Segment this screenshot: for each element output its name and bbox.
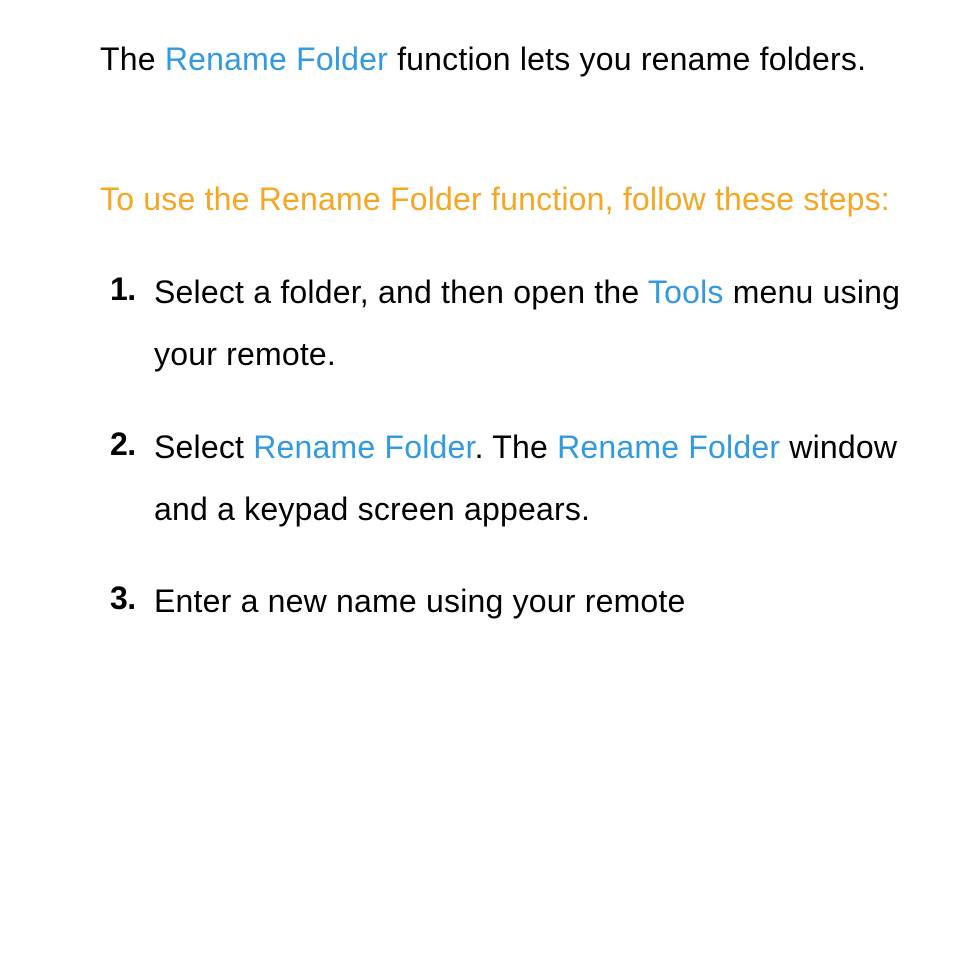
step-text: Select Rename Folder. The Rename Folder … — [154, 416, 904, 541]
step-item: 3. Enter a new name using your remote — [110, 570, 904, 632]
step-highlight: Rename Folder — [557, 429, 780, 465]
step-text-part: Select a folder, and then open the — [154, 274, 648, 310]
intro-text-1: The — [100, 41, 165, 77]
step-number: 3. — [110, 570, 154, 628]
step-text-part: Select — [154, 429, 253, 465]
step-item: 1. Select a folder, and then open the To… — [110, 261, 904, 386]
step-item: 2. Select Rename Folder. The Rename Fold… — [110, 416, 904, 541]
intro-text-2: function lets you rename folders. — [388, 41, 866, 77]
step-text: Enter a new name using your remote — [154, 570, 904, 632]
step-text-part: . The — [475, 429, 557, 465]
step-number: 2. — [110, 416, 154, 474]
intro-highlight: Rename Folder — [165, 41, 388, 77]
step-highlight: Tools — [648, 274, 724, 310]
step-highlight: Rename Folder — [253, 429, 474, 465]
steps-list: 1. Select a folder, and then open the To… — [100, 261, 904, 633]
step-text: Select a folder, and then open the Tools… — [154, 261, 904, 386]
intro-paragraph: The Rename Folder function lets you rena… — [100, 28, 904, 90]
step-number: 1. — [110, 261, 154, 319]
section-heading: To use the Rename Folder function, follo… — [100, 168, 904, 230]
step-text-part: Enter a new name using your remote — [154, 583, 686, 619]
